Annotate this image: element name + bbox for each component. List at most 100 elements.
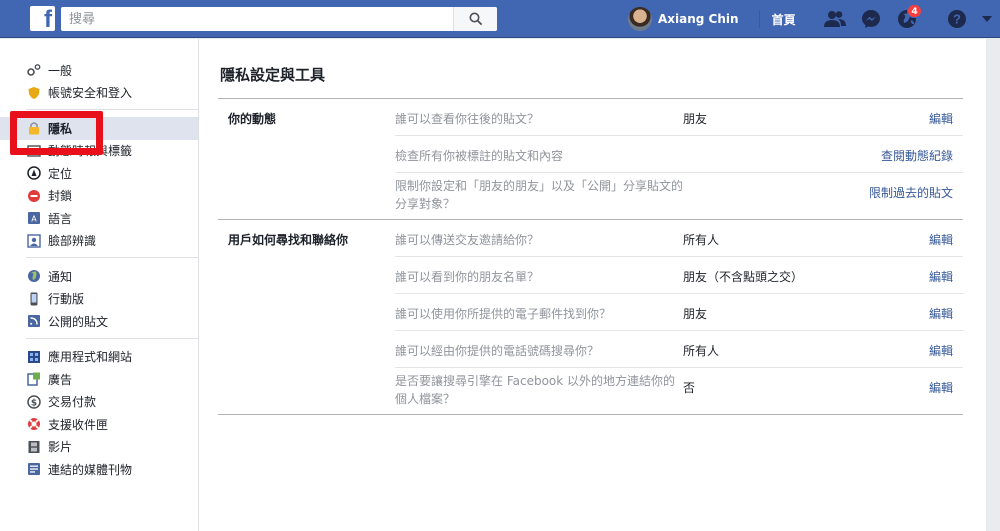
setting-row[interactable]: 誰可以查看你往後的貼文？ 朋友 編輯 bbox=[395, 99, 963, 136]
setting-edit-link[interactable]: 編輯 bbox=[929, 344, 953, 358]
sidebar-item[interactable]: 帳號安全和登入 bbox=[0, 82, 198, 105]
notifications-button[interactable]: 4 bbox=[894, 4, 922, 32]
settings-table: 你的動態 誰可以查看你往後的貼文？ 朋友 編輯 檢查所有你被標註的貼文和內容 查閱動態紀錄… bbox=[218, 98, 963, 415]
setting-edit-link[interactable]: 編輯 bbox=[929, 270, 953, 284]
setting-value: 否 bbox=[683, 381, 696, 395]
setting-value: 朋友（不含點頭之交） bbox=[683, 270, 804, 284]
friend-requests-button[interactable] bbox=[822, 6, 848, 32]
sidebar-item-label: 應用程式和網站 bbox=[48, 350, 133, 365]
setting-action-cell: 限制過去的貼文 bbox=[833, 173, 963, 202]
location-icon bbox=[27, 166, 41, 180]
shield-icon bbox=[27, 86, 41, 100]
search-box bbox=[61, 7, 497, 31]
setting-row[interactable]: 誰可以經由你提供的電話號碼搜尋你？ 所有人 編輯 bbox=[395, 331, 963, 368]
sidebar-item[interactable]: A 語言 bbox=[0, 207, 198, 230]
setting-value bbox=[683, 173, 833, 184]
avatar[interactable] bbox=[628, 7, 652, 31]
search-input[interactable] bbox=[61, 8, 453, 30]
sidebar-item[interactable]: 廣告 bbox=[0, 368, 198, 391]
sidebar-item-label: 交易付款 bbox=[48, 395, 97, 410]
setting-action-cell: 查閱動態紀錄 bbox=[833, 136, 963, 165]
sidebar-item-label: 行動版 bbox=[48, 292, 85, 307]
ads-icon bbox=[27, 372, 41, 386]
setting-value: 朋友 bbox=[683, 307, 708, 321]
setting-edit-link[interactable]: 編輯 bbox=[929, 112, 953, 126]
page-title: 隱私設定與工具 bbox=[220, 66, 326, 84]
sidebar-item-label: 動態時報與標籤 bbox=[48, 144, 133, 159]
page-scroll-area[interactable] bbox=[986, 39, 1000, 531]
sidebar-item[interactable]: 隱私 bbox=[0, 117, 198, 140]
sidebar-item[interactable]: 定位 bbox=[0, 162, 198, 185]
setting-action-cell: 編輯 bbox=[833, 220, 963, 249]
setting-row[interactable]: 誰可以看到你的朋友名單？ 朋友（不含點頭之交） 編輯 bbox=[395, 257, 963, 294]
sidebar-item[interactable]: 通知 bbox=[0, 265, 198, 288]
quick-help-button[interactable]: ? bbox=[944, 6, 970, 32]
setting-question: 限制你設定和「朋友的朋友」以及「公開」分享貼文的分享對象？ bbox=[395, 179, 684, 211]
film-icon bbox=[27, 440, 41, 454]
sidebar-item-label: 一般 bbox=[48, 63, 73, 78]
setting-row[interactable]: 誰可以傳送交友邀請給你？ 所有人 編輯 bbox=[395, 220, 963, 257]
rss-icon bbox=[27, 314, 41, 328]
profile-name-link[interactable]: Axiang Chin bbox=[658, 12, 739, 26]
setting-edit-link[interactable]: 查閱動態紀錄 bbox=[881, 149, 953, 163]
payments-icon: $ bbox=[27, 395, 41, 409]
settings-sidebar: 一般帳號安全和登入隱私動態時報與標籤 定位封鎖 A 語言 臉部辨識通知行動版公開的貼文應… bbox=[0, 39, 198, 531]
home-link[interactable]: 首頁 bbox=[772, 11, 796, 28]
media-icon bbox=[27, 462, 41, 476]
setting-row[interactable]: 誰可以使用你所提供的電子郵件找到你？ 朋友 編輯 bbox=[395, 294, 963, 331]
setting-value: 所有人 bbox=[683, 344, 720, 358]
sidebar-item[interactable]: 封鎖 bbox=[0, 185, 198, 208]
messages-button[interactable] bbox=[858, 6, 884, 32]
messenger-icon bbox=[861, 10, 880, 28]
setting-question: 誰可以傳送交友邀請給你？ bbox=[395, 233, 540, 247]
settings-rows: 誰可以查看你往後的貼文？ 朋友 編輯 檢查所有你被標註的貼文和內容 查閱動態紀錄 限制你設… bbox=[395, 99, 963, 219]
setting-value: 朋友 bbox=[683, 112, 708, 126]
setting-action-cell: 編輯 bbox=[833, 368, 963, 397]
lock-icon bbox=[27, 121, 41, 135]
sidebar-item-label: 定位 bbox=[48, 166, 73, 181]
sidebar-item[interactable]: 應用程式和網站 bbox=[0, 346, 198, 369]
sidebar-item[interactable]: 支援收件匣 bbox=[0, 413, 198, 436]
sidebar-item-label: 封鎖 bbox=[48, 189, 73, 204]
section-title: 用戶如何尋找和聯絡你 bbox=[228, 233, 349, 247]
setting-edit-link[interactable]: 限制過去的貼文 bbox=[869, 186, 953, 200]
settings-section: 用戶如何尋找和聯絡你 誰可以傳送交友邀請給你？ 所有人 編輯 誰可以看到你的朋友名單？朋… bbox=[218, 220, 963, 415]
sidebar-item[interactable]: 公開的貼文 bbox=[0, 310, 198, 333]
account-menu-button[interactable] bbox=[980, 6, 994, 32]
sidebar-item[interactable]: 一般 bbox=[0, 59, 198, 82]
sidebar-item-label: 通知 bbox=[48, 269, 73, 284]
block-icon bbox=[27, 189, 41, 203]
setting-edit-link[interactable]: 編輯 bbox=[929, 233, 953, 247]
timeline-icon bbox=[27, 144, 41, 158]
setting-question: 誰可以使用你所提供的電子郵件找到你？ bbox=[395, 307, 612, 321]
svg-text:?: ? bbox=[953, 12, 961, 27]
sidebar-item[interactable]: 動態時報與標籤 bbox=[0, 140, 198, 163]
sidebar-item[interactable]: $ 交易付款 bbox=[0, 391, 198, 414]
sidebar-item[interactable]: 連結的媒體刊物 bbox=[0, 458, 198, 481]
lifebuoy-icon bbox=[27, 417, 41, 431]
sidebar-item-label: 隱私 bbox=[48, 121, 73, 136]
settings-rows: 誰可以傳送交友邀請給你？ 所有人 編輯 誰可以看到你的朋友名單？ 朋友（不含點頭之交）編… bbox=[395, 220, 963, 414]
setting-edit-link[interactable]: 編輯 bbox=[929, 307, 953, 321]
setting-action-cell: 編輯 bbox=[833, 294, 963, 323]
notification-count-badge: 4 bbox=[907, 4, 922, 18]
setting-row[interactable]: 限制你設定和「朋友的朋友」以及「公開」分享貼文的分享對象？ 限制過去的貼文 bbox=[395, 173, 963, 219]
facebook-f-icon: f bbox=[44, 6, 52, 33]
sidebar-item-label: 語言 bbox=[48, 211, 73, 226]
sidebar-item[interactable]: 行動版 bbox=[0, 288, 198, 311]
gears-icon bbox=[27, 63, 41, 77]
sidebar-item-label: 廣告 bbox=[48, 372, 73, 387]
setting-row[interactable]: 檢查所有你被標註的貼文和內容 查閱動態紀錄 bbox=[395, 136, 963, 173]
setting-row[interactable]: 是否要讓搜尋引擎在 Facebook 以外的地方連結你的個人檔案？ 否 編輯 bbox=[395, 368, 963, 414]
settings-section: 你的動態 誰可以查看你往後的貼文？ 朋友 編輯檢查所有你被標註的貼文和內容 查閱動態紀錄… bbox=[218, 99, 963, 220]
setting-question: 誰可以查看你往後的貼文？ bbox=[395, 112, 540, 126]
face-recognition-icon bbox=[27, 234, 41, 248]
setting-question: 誰可以經由你提供的電話號碼搜尋你？ bbox=[395, 344, 600, 358]
sidebar-item[interactable]: 臉部辨識 bbox=[0, 230, 198, 253]
facebook-logo[interactable]: f bbox=[30, 6, 55, 33]
search-button[interactable] bbox=[453, 7, 497, 31]
sidebar-item[interactable]: 影片 bbox=[0, 436, 198, 459]
sidebar-menu: 一般帳號安全和登入隱私動態時報與標籤 定位封鎖 A 語言 臉部辨識通知行動版公開的貼文應… bbox=[0, 59, 198, 481]
setting-edit-link[interactable]: 編輯 bbox=[929, 381, 953, 395]
section-title: 你的動態 bbox=[228, 112, 277, 126]
